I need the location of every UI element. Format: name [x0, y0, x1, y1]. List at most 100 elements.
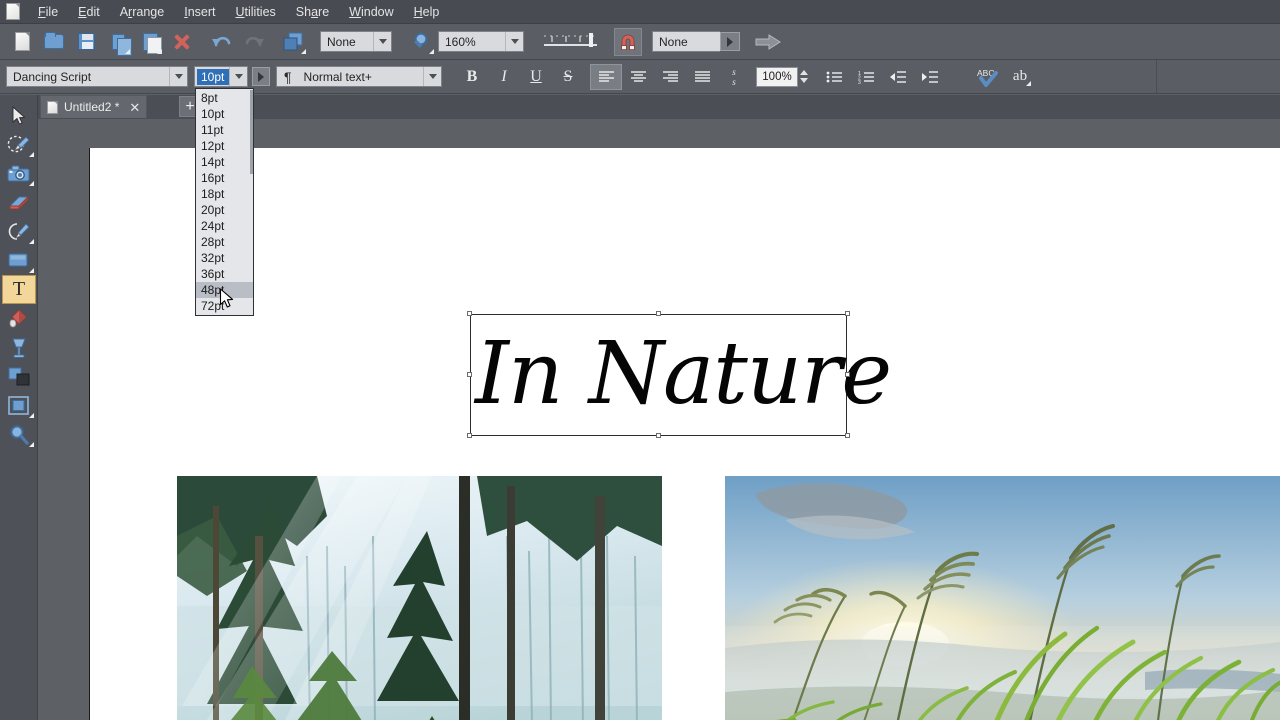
retouch-tool[interactable] [2, 217, 36, 246]
menu-item-arrange[interactable]: Arrange [110, 2, 175, 22]
menu-item-edit[interactable]: Edit [68, 2, 110, 22]
font-size-option-24pt[interactable]: 24pt [196, 218, 253, 234]
underline-button[interactable]: U [520, 64, 552, 90]
chevron-down-icon[interactable] [423, 67, 441, 86]
selection-arrow-tool[interactable] [2, 101, 36, 130]
resize-handle-s[interactable] [656, 433, 661, 438]
font-size-option-32pt[interactable]: 32pt [196, 250, 253, 266]
undo-button[interactable] [207, 27, 237, 57]
new-document-button[interactable] [7, 27, 37, 57]
font-size-apply-button[interactable] [252, 67, 270, 86]
paste-button[interactable] [135, 27, 165, 57]
chevron-down-icon[interactable] [505, 32, 523, 51]
guides-select[interactable]: None [652, 31, 720, 52]
line-spacing-input[interactable]: 100% [756, 66, 798, 87]
text-options-button[interactable]: ab [1004, 64, 1036, 90]
numbered-list-button[interactable]: 1 2 3 [850, 64, 882, 90]
zoom-tool[interactable] [2, 420, 36, 449]
super-subscript-button[interactable]: ss [718, 64, 750, 90]
resize-handle-se[interactable] [845, 433, 850, 438]
camera-tool[interactable] [2, 159, 36, 188]
heading-text[interactable]: In Nature [471, 315, 892, 433]
font-size-dropdown[interactable]: 8pt 10pt 11pt 12pt 14pt 16pt 18pt 20pt 2… [195, 88, 254, 316]
strikethrough-button[interactable]: S [552, 64, 584, 90]
font-size-option-28pt[interactable]: 28pt [196, 234, 253, 250]
chevron-down-icon[interactable] [373, 32, 391, 51]
font-size-option-36pt[interactable]: 36pt [196, 266, 253, 282]
forest-photo[interactable] [177, 476, 662, 720]
bold-button[interactable]: B [456, 64, 488, 90]
font-size-option-11pt[interactable]: 11pt [196, 122, 253, 138]
layout-select[interactable]: None [320, 31, 392, 52]
font-size-option-18pt[interactable]: 18pt [196, 186, 253, 202]
increase-indent-button[interactable] [914, 64, 946, 90]
dropdown-scrollbar[interactable] [250, 90, 253, 174]
text-t-icon: T [12, 278, 26, 300]
font-family-select[interactable]: Dancing Script [6, 66, 188, 87]
resize-handle-ne[interactable] [845, 311, 850, 316]
font-size-value[interactable]: 10pt [197, 68, 229, 85]
decrease-indent-button[interactable] [882, 64, 914, 90]
delete-button[interactable] [167, 27, 197, 57]
zoom-select[interactable]: 160% [438, 31, 524, 52]
align-center-button[interactable] [622, 64, 654, 90]
arrange-objects-button[interactable] [279, 27, 309, 57]
redo-button[interactable] [239, 27, 269, 57]
stepper-up-icon[interactable] [800, 70, 808, 75]
resize-handle-nw[interactable] [467, 311, 472, 316]
menu-item-help[interactable]: Help [404, 2, 450, 22]
selection-brush-tool[interactable] [2, 130, 36, 159]
resize-handle-sw[interactable] [467, 433, 472, 438]
slider[interactable] [542, 31, 602, 53]
font-size-option-10pt[interactable]: 10pt [196, 106, 253, 122]
layers-tool[interactable] [2, 362, 36, 391]
line-spacing-stepper[interactable] [800, 70, 808, 83]
font-size-option-48pt[interactable]: 48pt [196, 282, 253, 298]
italic-button[interactable]: I [488, 64, 520, 90]
text-tool[interactable]: T [2, 275, 36, 304]
shape-rectangle-tool[interactable] [2, 246, 36, 275]
copy-icon [111, 33, 132, 56]
menu-item-window[interactable]: Window [339, 2, 403, 22]
crop-frame-tool[interactable] [2, 391, 36, 420]
export-button[interactable] [753, 27, 783, 57]
font-size-select[interactable]: 10pt [194, 66, 248, 87]
menu-item-insert[interactable]: Insert [174, 2, 225, 22]
spellcheck-button[interactable]: ABC [972, 64, 1004, 90]
guides-apply-button[interactable] [720, 32, 740, 51]
bullet-list-button[interactable] [818, 64, 850, 90]
open-document-button[interactable] [39, 27, 69, 57]
menu-item-file[interactable]: File [28, 2, 68, 22]
resize-handle-w[interactable] [467, 372, 472, 377]
align-justify-button[interactable] [686, 64, 718, 90]
resize-handle-n[interactable] [656, 311, 661, 316]
align-left-button[interactable] [590, 63, 622, 90]
cursor-arrow-icon [12, 105, 26, 125]
fill-bucket-tool[interactable] [2, 304, 36, 333]
zoom-level-icon-button[interactable] [407, 27, 437, 57]
grass-photo[interactable] [725, 476, 1280, 720]
font-size-option-8pt[interactable]: 8pt [196, 90, 253, 106]
stepper-down-icon[interactable] [800, 78, 808, 83]
menu-item-share[interactable]: Share [286, 2, 339, 22]
align-right-button[interactable] [654, 64, 686, 90]
document-page[interactable]: In Nature [89, 148, 1280, 720]
font-size-option-20pt[interactable]: 20pt [196, 202, 253, 218]
save-document-button[interactable] [71, 27, 101, 57]
resize-handle-e[interactable] [845, 372, 850, 377]
heading-textbox[interactable]: In Nature [470, 314, 892, 436]
font-size-option-12pt[interactable]: 12pt [196, 138, 253, 154]
paragraph-style-select[interactable]: ¶ Normal text+ [276, 66, 442, 87]
font-size-option-16pt[interactable]: 16pt [196, 170, 253, 186]
menu-item-utilities[interactable]: Utilities [225, 2, 285, 22]
magnet-snap-button[interactable] [614, 27, 642, 56]
font-size-option-14pt[interactable]: 14pt [196, 154, 253, 170]
close-x-icon[interactable]: ✕ [129, 101, 140, 114]
font-size-option-72pt[interactable]: 72pt [196, 298, 253, 314]
gradient-tool[interactable] [2, 333, 36, 362]
chevron-down-icon[interactable] [169, 67, 187, 86]
eraser-tool[interactable] [2, 188, 36, 217]
tab-untitled2[interactable]: Untitled2 * ✕ [40, 95, 148, 118]
chevron-down-icon[interactable] [229, 67, 247, 86]
copy-button[interactable] [103, 27, 133, 57]
